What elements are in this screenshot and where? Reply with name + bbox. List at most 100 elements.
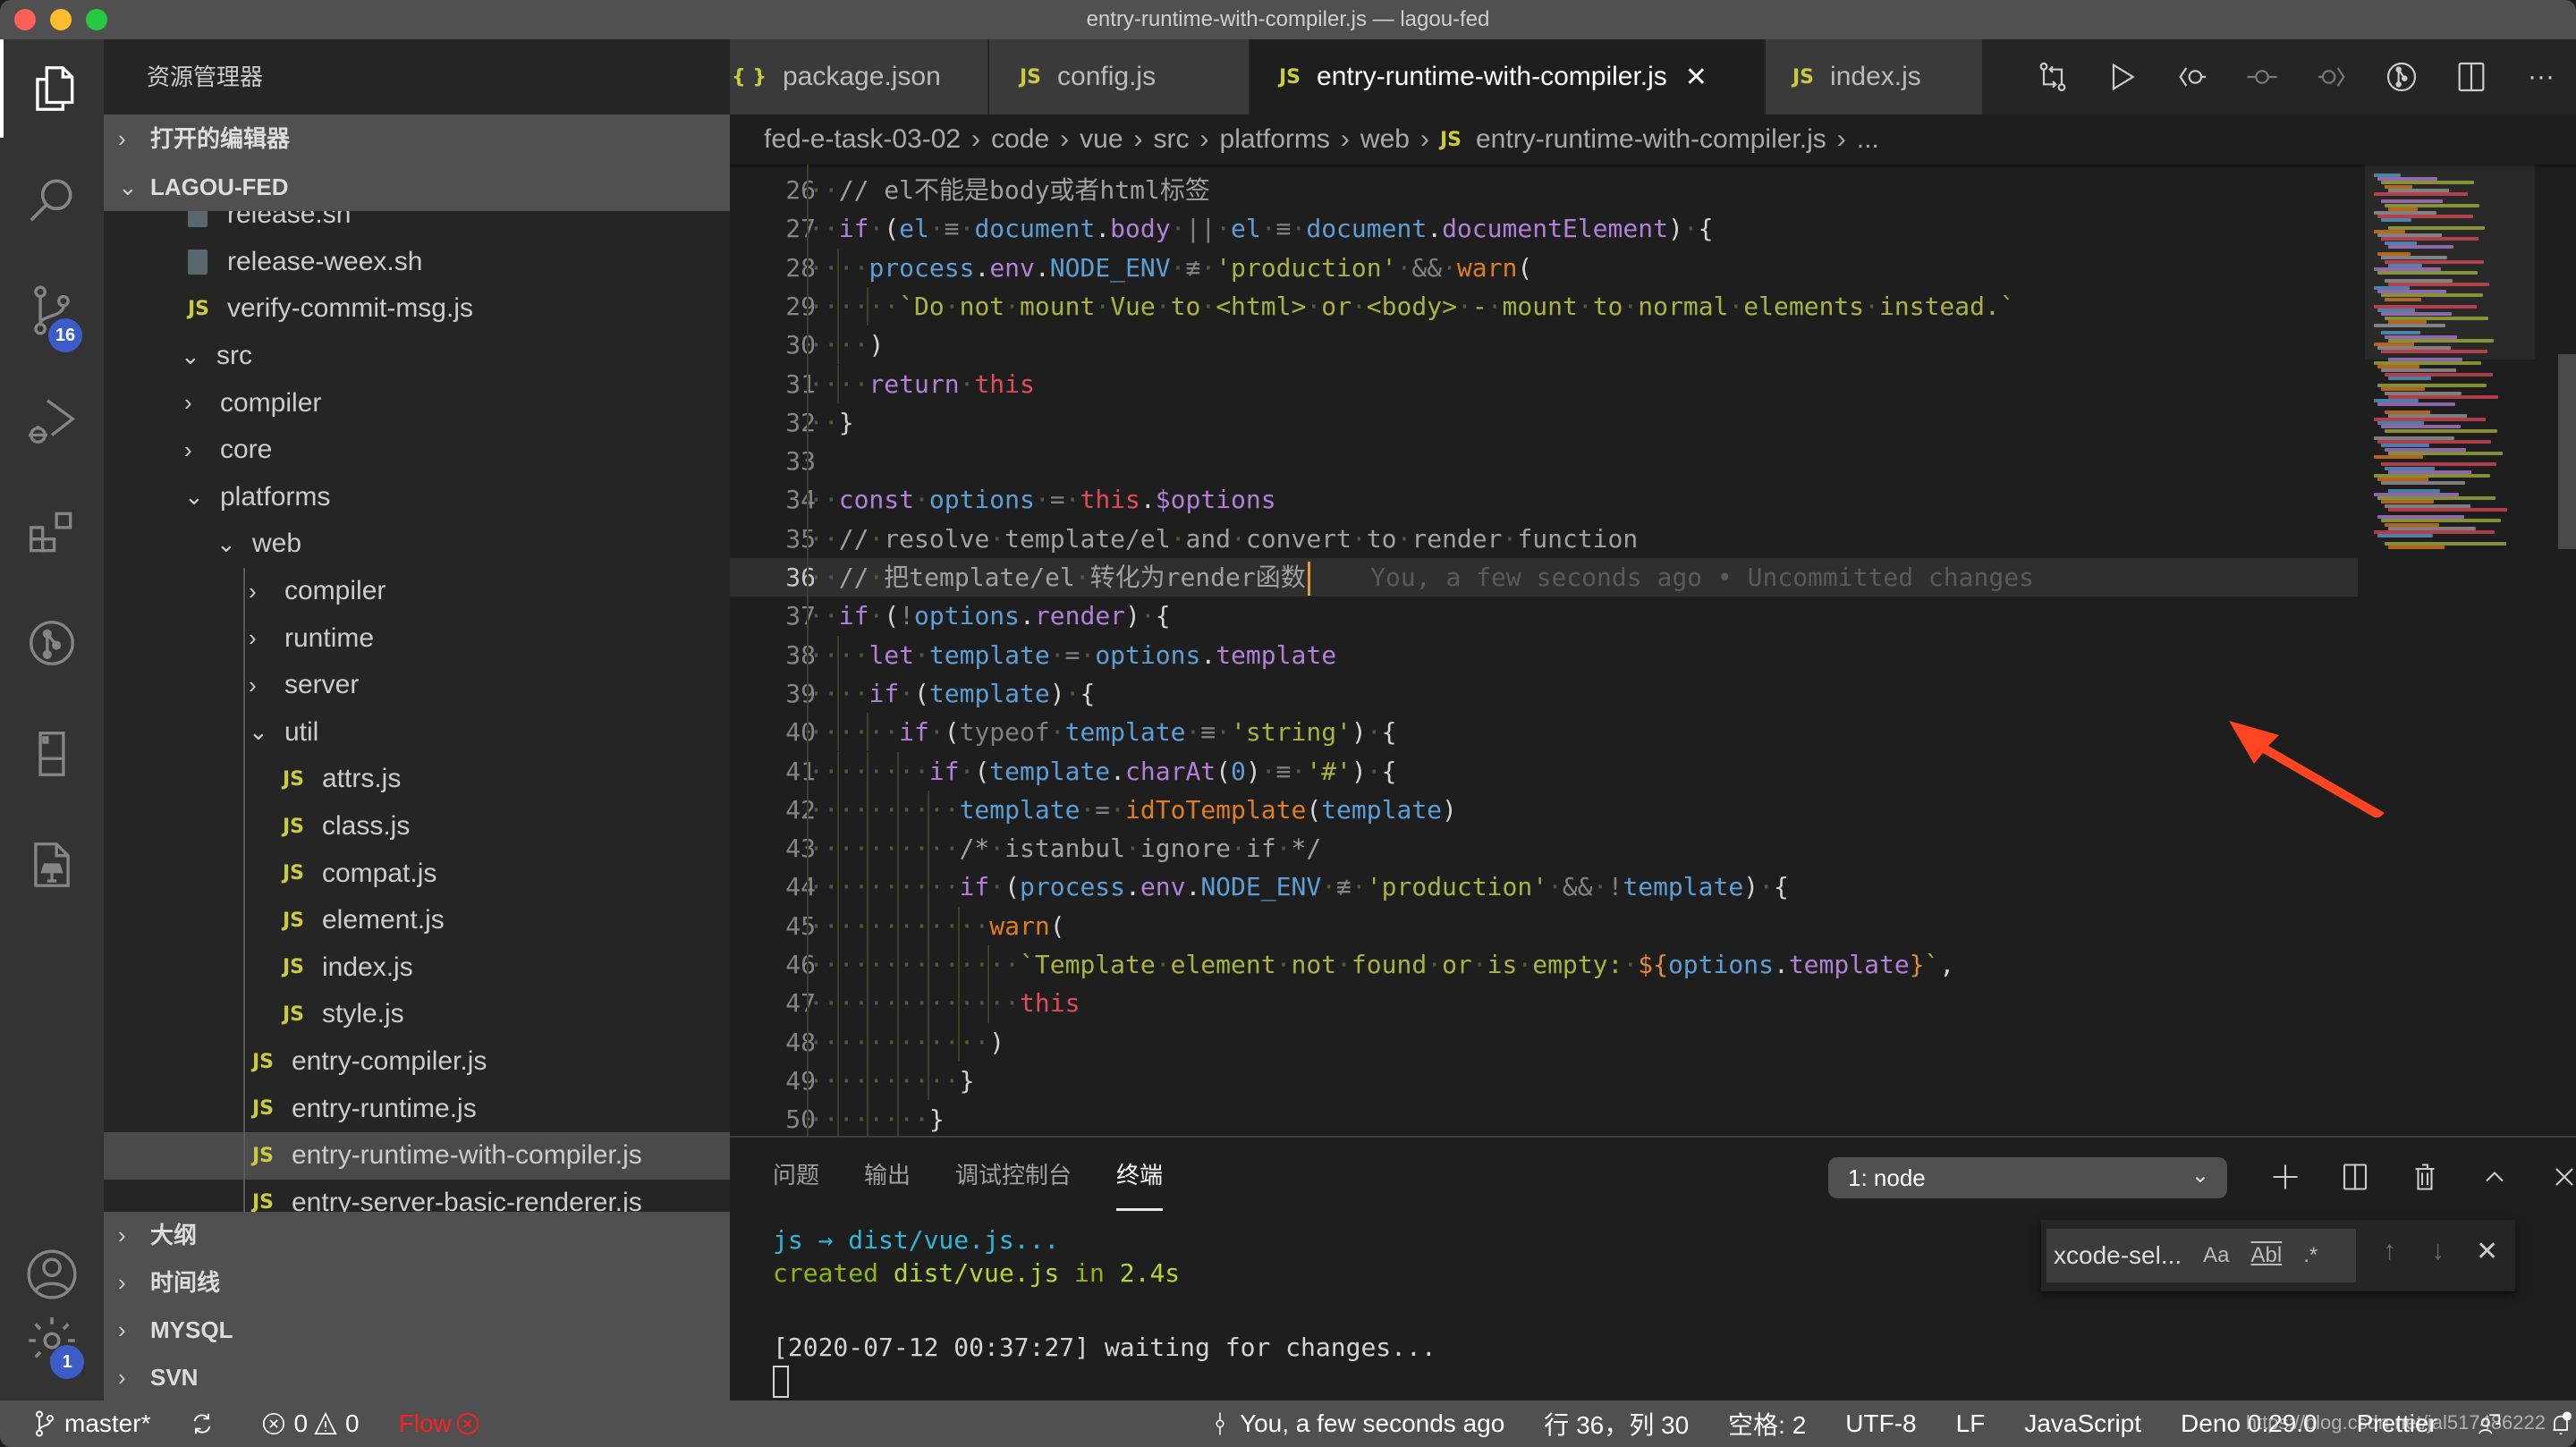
- close-tab-icon[interactable]: ✕: [1685, 62, 1707, 93]
- code-line[interactable]: 48 ············): [730, 1023, 2358, 1062]
- code-line[interactable]: 39 ····if·(template)·{: [730, 674, 2358, 713]
- status-branch[interactable]: master*: [32, 1409, 150, 1438]
- tree-item[interactable]: ⌄ src: [104, 333, 730, 380]
- next-change-button[interactable]: [2297, 39, 2367, 114]
- tree-item[interactable]: JS attrs.js: [104, 756, 730, 803]
- panel-tab-terminal[interactable]: 终端: [1116, 1157, 1164, 1211]
- section-mysql[interactable]: › MYSQL: [104, 1307, 730, 1354]
- find-previous-button[interactable]: ↑: [2383, 1236, 2396, 1266]
- previous-change-button[interactable]: [2157, 39, 2227, 114]
- activity-explorer[interactable]: [0, 39, 104, 138]
- code-line[interactable]: 36 ··//·把template/el·转化为render函数 You, a f…: [730, 558, 2358, 597]
- terminal-select[interactable]: 1: node ⌄: [1828, 1157, 2227, 1198]
- breadcrumb-file[interactable]: entry-runtime-with-compiler.js: [1476, 124, 1826, 155]
- tab-entry-runtime-with-compiler[interactable]: JS entry-runtime-with-compiler.js ✕: [1250, 39, 1766, 114]
- activity-manage[interactable]: 1: [0, 1291, 104, 1390]
- code-line[interactable]: 45 ············warn(: [730, 907, 2358, 945]
- activity-run-debug[interactable]: [0, 372, 104, 470]
- status-cursor-position[interactable]: 行 36，列 30: [1544, 1406, 1689, 1442]
- editor-scrollbar[interactable]: [2540, 165, 2576, 1136]
- activity-source-control[interactable]: 16: [0, 261, 104, 360]
- code-line[interactable]: 47 ··············this: [730, 984, 2358, 1022]
- panel-tab-debug-console[interactable]: 调试控制台: [955, 1157, 1072, 1204]
- code-line[interactable]: 46 ··············`Template·element·not·fo…: [730, 945, 2358, 984]
- tree-item[interactable]: release-weex.sh: [104, 239, 730, 286]
- find-input[interactable]: xcode-sel... Aa Abl .*: [2046, 1229, 2356, 1282]
- split-terminal-button[interactable]: [2320, 1152, 2390, 1202]
- tab-index-js[interactable]: JS index.js: [1766, 39, 1996, 114]
- breadcrumb-item[interactable]: web: [1360, 124, 1410, 155]
- panel-tab-output[interactable]: 输出: [864, 1157, 911, 1204]
- tree-item[interactable]: › runtime: [104, 614, 730, 662]
- activity-remote-explorer[interactable]: [0, 705, 104, 803]
- tree-item[interactable]: › core: [104, 427, 730, 474]
- code-line[interactable]: 28 ····process.env.NODE_ENV·≢·'production…: [730, 249, 2358, 287]
- regex-toggle[interactable]: .*: [2303, 1243, 2318, 1268]
- git-graph-button[interactable]: [2367, 39, 2436, 114]
- tree-item[interactable]: JS class.js: [104, 803, 730, 850]
- code-line[interactable]: 41 ········if·(template.charAt(0)·≡·'#')·…: [730, 752, 2358, 791]
- code-line[interactable]: 34 ··const·options·=·this.$options: [730, 480, 2358, 519]
- activity-git-graph[interactable]: [0, 594, 104, 692]
- tree-item[interactable]: ⌄ platforms: [104, 474, 730, 521]
- code-line[interactable]: 29 ······`Do·not·mount·Vue·to·<html>·or·<…: [730, 287, 2358, 326]
- code-line[interactable]: 35 ··//·resolve·template/el·and·convert·t…: [730, 520, 2358, 558]
- tree-item[interactable]: JS entry-runtime-with-compiler.js: [104, 1132, 730, 1180]
- status-encoding[interactable]: UTF-8: [1845, 1409, 1916, 1438]
- tree-item[interactable]: ⌄ util: [104, 709, 730, 757]
- code-line[interactable]: 26 ··// el不能是body或者html标签: [730, 171, 2358, 209]
- status-indentation[interactable]: 空格: 2: [1728, 1406, 1806, 1442]
- breadcrumb-symbol[interactable]: ...: [1857, 124, 1879, 155]
- tab-config-js[interactable]: JS config.js: [989, 39, 1250, 114]
- status-language[interactable]: JavaScript: [2024, 1409, 2141, 1438]
- status-flow[interactable]: Flow: [399, 1409, 487, 1438]
- section-workspace[interactable]: ⌄ LAGOU-FED: [104, 163, 730, 211]
- breadcrumb-item[interactable]: fed-e-task-03-02: [764, 124, 961, 155]
- status-sync[interactable]: [190, 1410, 222, 1437]
- status-eol[interactable]: LF: [1956, 1409, 1986, 1438]
- breadcrumb-item[interactable]: src: [1154, 124, 1190, 155]
- terminal-output[interactable]: js → dist/vue.js... created dist/vue.js i…: [773, 1223, 1436, 1398]
- breadcrumb-item[interactable]: code: [991, 124, 1049, 155]
- code-line[interactable]: 38 ····let·template·=·options.template: [730, 636, 2358, 674]
- editor-scroll-thumb[interactable]: [2558, 354, 2576, 549]
- more-actions-button[interactable]: ···: [2506, 39, 2576, 114]
- tab-package-json[interactable]: { } package.json: [730, 39, 989, 114]
- whole-word-toggle[interactable]: Abl: [2251, 1243, 2283, 1268]
- tree-item[interactable]: JS entry-compiler.js: [104, 1038, 730, 1086]
- activity-keynote[interactable]: [0, 816, 104, 914]
- commit-button[interactable]: [2227, 39, 2297, 114]
- breadcrumb-item[interactable]: platforms: [1220, 124, 1330, 155]
- match-case-toggle[interactable]: Aa: [2203, 1243, 2229, 1268]
- open-changes-button[interactable]: [2018, 39, 2088, 114]
- activity-extensions[interactable]: [0, 483, 104, 581]
- find-next-button[interactable]: ↓: [2431, 1236, 2445, 1266]
- code-line[interactable]: 43 ··········/*·istanbul·ignore·if·*/: [730, 829, 2358, 867]
- activity-search[interactable]: [0, 150, 104, 249]
- tree-item[interactable]: JS compat.js: [104, 850, 730, 897]
- minimap[interactable]: [2365, 165, 2535, 1136]
- section-outline[interactable]: › 大纲: [104, 1212, 730, 1259]
- section-open-editors[interactable]: › 打开的编辑器: [104, 114, 730, 163]
- code-line[interactable]: 30 ····): [730, 326, 2358, 364]
- code-line[interactable]: 27 ··if·(el·≡·document.body·||·el·≡·docum…: [730, 209, 2358, 248]
- tree-item[interactable]: JS entry-runtime.js: [104, 1085, 730, 1132]
- close-panel-button[interactable]: [2529, 1152, 2576, 1202]
- code-line[interactable]: 33: [730, 442, 2358, 480]
- code-line[interactable]: 31 ····return·this: [730, 365, 2358, 403]
- code-line[interactable]: 44 ··········if·(process.env.NODE_ENV·≢·'…: [730, 867, 2358, 906]
- panel-tab-problems[interactable]: 问题: [773, 1157, 819, 1204]
- tree-item[interactable]: ⌄ web: [104, 520, 730, 568]
- kill-terminal-button[interactable]: [2390, 1152, 2460, 1202]
- tree-item[interactable]: › compiler: [104, 568, 730, 615]
- tree-item[interactable]: JS index.js: [104, 944, 730, 992]
- code-line[interactable]: 40 ······if·(typeof·template·≡·'string')·…: [730, 713, 2358, 751]
- status-git-blame[interactable]: You, a few seconds ago: [1208, 1409, 1504, 1438]
- new-terminal-button[interactable]: [2250, 1152, 2320, 1202]
- run-button[interactable]: [2088, 39, 2157, 114]
- tree-item[interactable]: JS element.js: [104, 897, 730, 944]
- code-line[interactable]: 42 ··········template·=·idToTemplate(temp…: [730, 791, 2358, 829]
- tree-item[interactable]: JS verify-commit-msg.js: [104, 285, 730, 333]
- code-line[interactable]: 49 ··········}: [730, 1062, 2358, 1100]
- tree-item[interactable]: release.sh: [104, 211, 730, 239]
